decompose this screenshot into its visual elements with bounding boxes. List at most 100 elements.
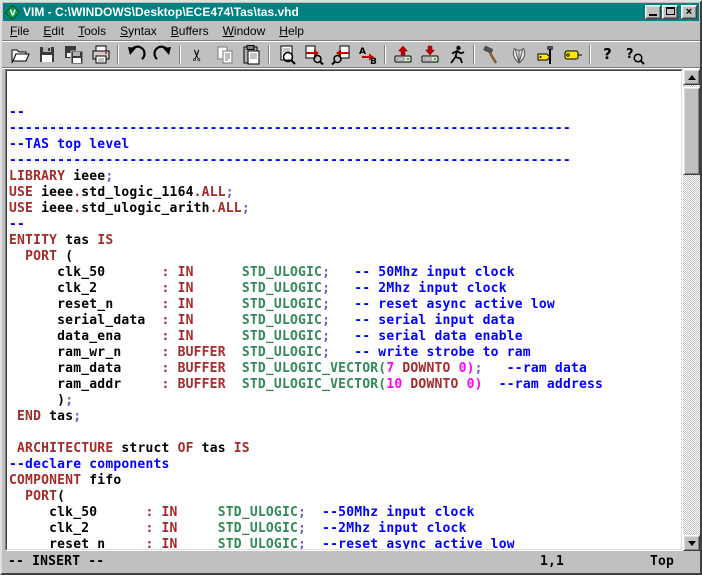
- tag-icon: [563, 45, 583, 65]
- open-folder-icon: [10, 45, 30, 65]
- window-controls: ×: [644, 5, 697, 19]
- save-session-button[interactable]: [416, 43, 443, 66]
- toolbar-separator: [117, 45, 119, 64]
- menu-buffers[interactable]: Buffers: [164, 22, 216, 40]
- paste-icon: [242, 45, 262, 65]
- mode-indicator: -- INSERT --: [8, 554, 104, 569]
- run-script-icon: [447, 45, 467, 65]
- save-floppy-icon: [37, 45, 57, 65]
- paste-button[interactable]: [238, 43, 265, 66]
- close-icon: ×: [686, 7, 692, 18]
- menu-file[interactable]: File: [3, 22, 36, 40]
- scrollbar-thumb[interactable]: [683, 87, 700, 175]
- minimize-button[interactable]: [645, 5, 661, 19]
- code-line: --TAS top level: [9, 137, 681, 153]
- copy-button[interactable]: [211, 43, 238, 66]
- editor-row: ----------------------------------------…: [5, 69, 700, 551]
- code-line: USE ieee.std_ulogic_arith.ALL;: [9, 201, 681, 217]
- code-line: ram_data : BUFFER STD_ULOGIC_VECTOR(7 DO…: [9, 361, 681, 377]
- run-ctags-button[interactable]: [532, 43, 559, 66]
- menu-help[interactable]: Help: [272, 22, 311, 40]
- vertical-scrollbar[interactable]: [683, 69, 700, 551]
- code-line: );: [9, 393, 681, 409]
- status-bar: -- INSERT -- 1,1 Top: [2, 551, 700, 573]
- cursor-position: 1,1: [540, 554, 564, 569]
- code-line: clk_50 : IN STD_ULOGIC; -- 50Mhz input c…: [9, 265, 681, 281]
- toolbar-separator: [473, 45, 475, 64]
- vim-logo-icon: V: [5, 5, 20, 20]
- svg-text:?: ?: [626, 47, 634, 62]
- maximize-button[interactable]: [662, 5, 678, 19]
- code-line: PORT(: [9, 489, 681, 505]
- code-line: LIBRARY ieee;: [9, 169, 681, 185]
- code-line: reset_n : IN STD_ULOGIC; --reset async a…: [9, 537, 681, 550]
- code-line: ram_wr_n : BUFFER STD_ULOGIC; -- write s…: [9, 345, 681, 361]
- scroll-indicator: Top: [650, 554, 674, 569]
- open-button[interactable]: [6, 43, 33, 66]
- help-icon: ?: [603, 47, 612, 62]
- shell-button[interactable]: [505, 43, 532, 66]
- code-line: clk_2 : IN STD_ULOGIC; --2Mhz input cloc…: [9, 521, 681, 537]
- redo-icon: [153, 45, 173, 65]
- tag-jump-button[interactable]: [559, 43, 586, 66]
- redo-button[interactable]: [149, 43, 176, 66]
- code-line: clk_50 : IN STD_ULOGIC; --50Mhz input cl…: [9, 505, 681, 521]
- find-help-button[interactable]: ?: [621, 43, 648, 66]
- code-line: --declare components: [9, 457, 681, 473]
- menu-edit[interactable]: Edit: [36, 22, 71, 40]
- find-next-button[interactable]: [300, 43, 327, 66]
- save-all-icon: [64, 45, 84, 65]
- run-script-button[interactable]: [443, 43, 470, 66]
- cut-button[interactable]: ✂: [184, 43, 211, 66]
- toolbar-separator: [384, 45, 386, 64]
- cut-icon: ✂: [190, 48, 206, 61]
- print-button[interactable]: [87, 43, 114, 66]
- code-line: ENTITY tas IS: [9, 233, 681, 249]
- code-line: --: [9, 105, 681, 121]
- undo-button[interactable]: [122, 43, 149, 66]
- code-line: [9, 425, 681, 441]
- arrow-down-icon: [688, 541, 696, 546]
- menubar: FileEditToolsSyntaxBuffersWindowHelp: [2, 21, 700, 40]
- code-line: COMPONENT fifo: [9, 473, 681, 489]
- find-next-icon: [304, 45, 324, 65]
- find-help-icon: ?: [625, 45, 645, 65]
- copy-icon: [215, 45, 235, 65]
- minimize-icon: [649, 14, 657, 16]
- help-button[interactable]: ?: [594, 43, 621, 66]
- replace-button[interactable]: AB: [354, 43, 381, 66]
- load-session-button[interactable]: [389, 43, 416, 66]
- make-button[interactable]: [478, 43, 505, 66]
- find-prev-button[interactable]: [327, 43, 354, 66]
- scroll-up-button[interactable]: [683, 69, 700, 85]
- save-button[interactable]: [33, 43, 60, 66]
- find-button[interactable]: [273, 43, 300, 66]
- code-line: END tas;: [9, 409, 681, 425]
- toolbar: ✂ AB??: [2, 42, 700, 67]
- maximize-icon: [666, 7, 675, 15]
- code-line: reset_n : IN STD_ULOGIC; -- reset async …: [9, 297, 681, 313]
- editor-area[interactable]: ----------------------------------------…: [6, 70, 682, 550]
- code-line: serial_data : IN STD_ULOGIC; -- serial i…: [9, 313, 681, 329]
- code-line: ----------------------------------------…: [9, 153, 681, 169]
- find-prev-icon: [331, 45, 351, 65]
- svg-text:V: V: [10, 8, 17, 17]
- undo-icon: [126, 45, 146, 65]
- replace-icon: AB: [358, 45, 378, 65]
- vim-window: V VIM - C:\WINDOWS\Desktop\ECE474\Tas\ta…: [0, 0, 702, 575]
- editor-frame: ----------------------------------------…: [5, 69, 683, 551]
- code-line: USE ieee.std_logic_1164.ALL;: [9, 185, 681, 201]
- code-line: clk_2 : IN STD_ULOGIC; -- 2Mhz input clo…: [9, 281, 681, 297]
- titlebar[interactable]: V VIM - C:\WINDOWS\Desktop\ECE474\Tas\ta…: [3, 3, 699, 21]
- save-all-button[interactable]: [60, 43, 87, 66]
- toolbar-separator: [589, 45, 591, 64]
- toolbar-separator: [179, 45, 181, 64]
- menu-window[interactable]: Window: [216, 22, 273, 40]
- menu-syntax[interactable]: Syntax: [113, 22, 164, 40]
- close-button[interactable]: ×: [681, 5, 697, 19]
- menu-tools[interactable]: Tools: [71, 22, 113, 40]
- load-session-icon: [393, 45, 413, 65]
- arrow-up-icon: [688, 75, 696, 80]
- svg-text:A: A: [359, 47, 366, 57]
- scroll-down-button[interactable]: [683, 535, 700, 551]
